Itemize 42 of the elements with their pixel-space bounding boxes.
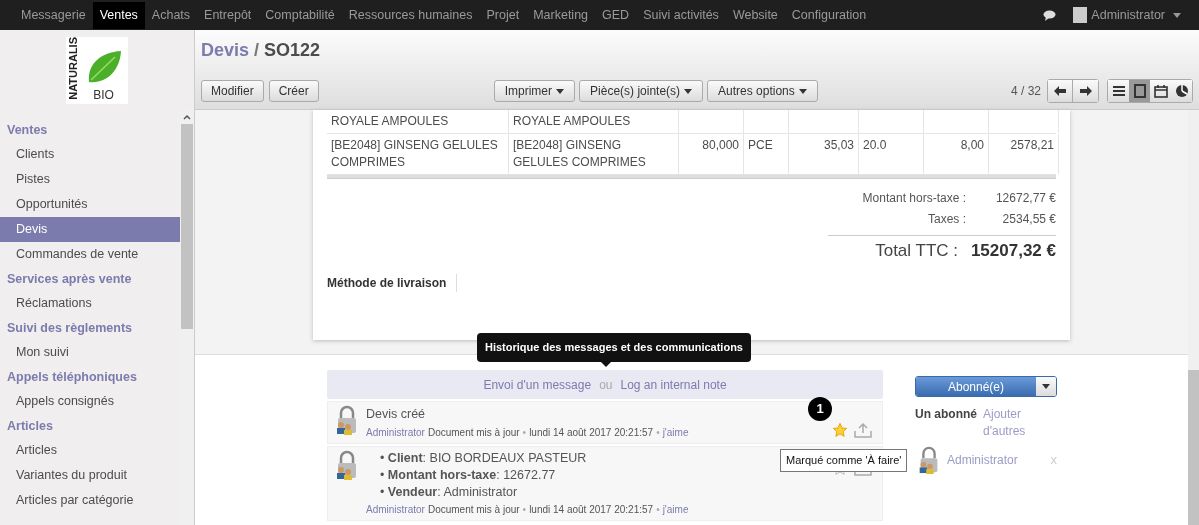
message-type: Document mis à jour [427,425,520,440]
sidebar-heading: Appels téléphoniques [6,368,138,386]
separator-dot: • [656,502,660,517]
table-cell: PCE [744,134,789,174]
table-cell: [BE2048] GINSENG GELULES COMPRIMES [327,134,509,174]
message-type: Document mis à jour [427,502,520,517]
change-line: • Vendeur: Administrator [380,483,518,501]
total-label: Taxes : [927,210,966,228]
table-cell: ROYALE AMPOULES [509,110,679,133]
sidebar-heading: Suivi des règlements [6,319,134,337]
total-value: 12672,77 € [994,189,1056,207]
table-cell: [BE2048] GINSENG GELULES COMPRIMES [509,134,679,174]
tooltip: Marqué comme 'À faire' [780,449,908,472]
logo-text: BIO [93,86,114,104]
total-value: 2534,55 € [1001,210,1056,228]
separator-dot: • [522,502,527,517]
follower-count: Un abonné [915,406,977,423]
total-label: Montant hors-taxe : [861,189,966,207]
table-cell: 20.0 [859,134,924,174]
table-cell: 80,000 [679,134,744,174]
table-cell: 35,03 [789,134,859,174]
message-subject: Devis créé [366,406,426,423]
logo-text: NATURALIS [68,36,79,100]
separator-dot: • [522,425,527,440]
field-label: Méthode de livraison [327,274,458,292]
message-date: lundi 14 août 2017 20:21:57 [529,425,654,440]
sidebar-heading: Articles [6,417,54,435]
separator-dot: • [656,425,660,440]
total-label: Total TTC : [874,239,958,262]
table-cell: ROYALE AMPOULES [327,110,509,133]
sidebar-heading: Ventes [6,121,49,139]
sidebar-heading: Services après vente [6,270,133,288]
total-value: 15207,32 € [969,239,1056,262]
message-date: lundi 14 août 2017 20:21:57 [529,502,654,517]
breadcrumb-current: SO122 [264,39,321,62]
table-cell: 2578,21 [989,134,1059,174]
change-line: • Client: BIO BORDEAUX PASTEUR [380,449,587,467]
breadcrumb-separator: / [254,39,260,62]
change-line: • Montant hors-taxe: 12672.77 [380,466,556,484]
separator-text: ou [599,376,613,394]
pager-text: 4 / 32 [1010,83,1041,100]
table-cell: 8,00 [924,134,989,174]
